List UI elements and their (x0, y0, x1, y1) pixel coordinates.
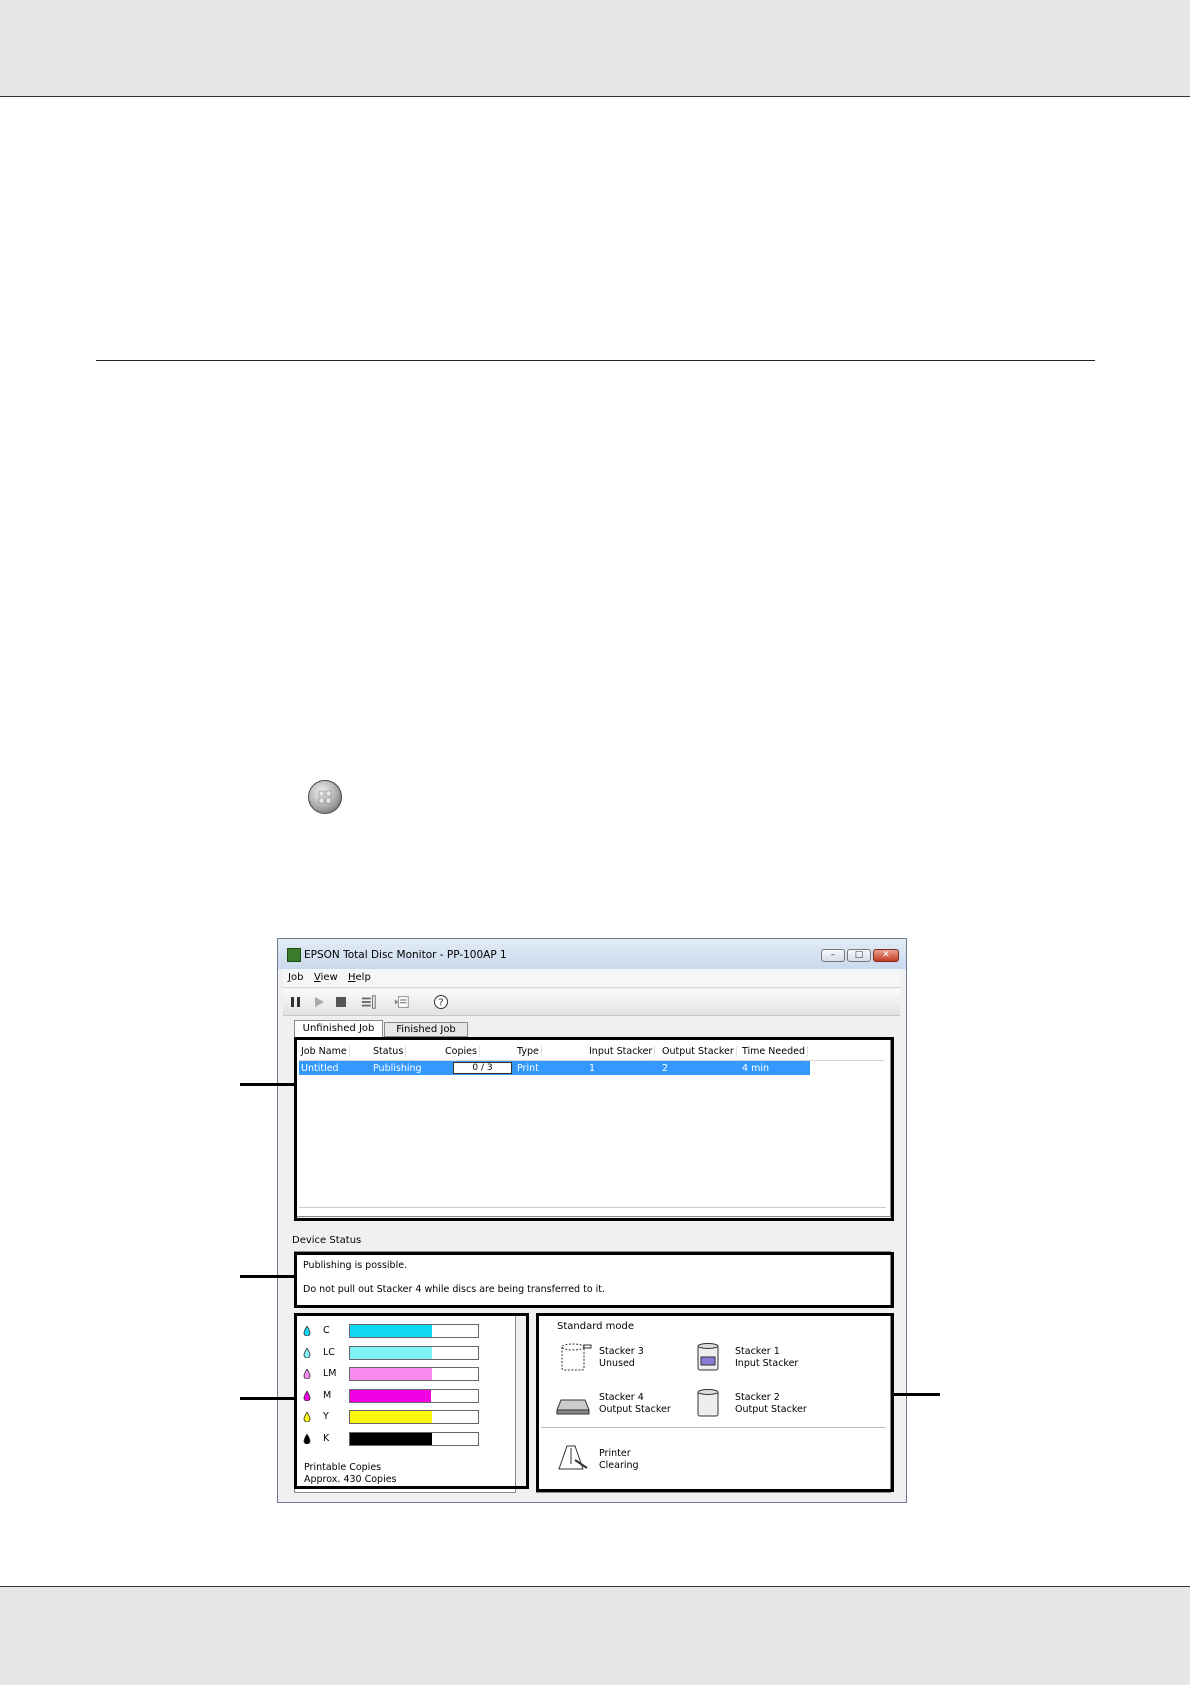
callout-line-stacker-status (893, 1393, 940, 1396)
menu-help[interactable]: Help (348, 972, 371, 983)
callout-line-ink-levels (240, 1397, 296, 1400)
app-window: EPSON Total Disc Monitor - PP-100AP 1 – … (277, 938, 907, 1503)
job-list-icon[interactable] (361, 994, 377, 1010)
windows-start-icon (308, 780, 342, 814)
close-button[interactable]: ✕ (873, 949, 899, 962)
page-header-band (0, 0, 1190, 97)
menu-view[interactable]: View (314, 972, 338, 983)
callout-line-job-list (240, 1083, 296, 1086)
menu-job[interactable]: Job (288, 972, 303, 983)
pause-icon[interactable] (288, 994, 304, 1010)
job-detail-icon[interactable] (394, 994, 410, 1010)
title-bar: EPSON Total Disc Monitor - PP-100AP 1 – … (278, 939, 906, 969)
callout-ink-levels (294, 1313, 529, 1489)
callout-line-device-status (240, 1275, 296, 1278)
app-icon (287, 948, 301, 962)
page-footer-band (0, 1586, 1190, 1685)
section-rule (96, 360, 1095, 361)
help-icon[interactable]: ? (433, 994, 449, 1010)
callout-stacker-status (536, 1313, 894, 1492)
tab-finished-job[interactable]: Finished Job (384, 1022, 468, 1037)
callout-device-status (294, 1252, 894, 1308)
toolbar: ? (283, 989, 900, 1016)
window-title: EPSON Total Disc Monitor - PP-100AP 1 (304, 949, 507, 961)
svg-text:?: ? (438, 998, 443, 1009)
device-status-label: Device Status (292, 1235, 362, 1246)
tab-unfinished-job[interactable]: Unfinished Job (294, 1020, 383, 1038)
menu-bar: Job View Help (283, 969, 900, 988)
maximize-button[interactable]: □ (847, 949, 871, 962)
callout-job-list (294, 1037, 894, 1221)
minimize-button[interactable]: – (821, 949, 845, 962)
stop-icon[interactable] (333, 994, 349, 1010)
play-icon[interactable] (311, 994, 327, 1010)
